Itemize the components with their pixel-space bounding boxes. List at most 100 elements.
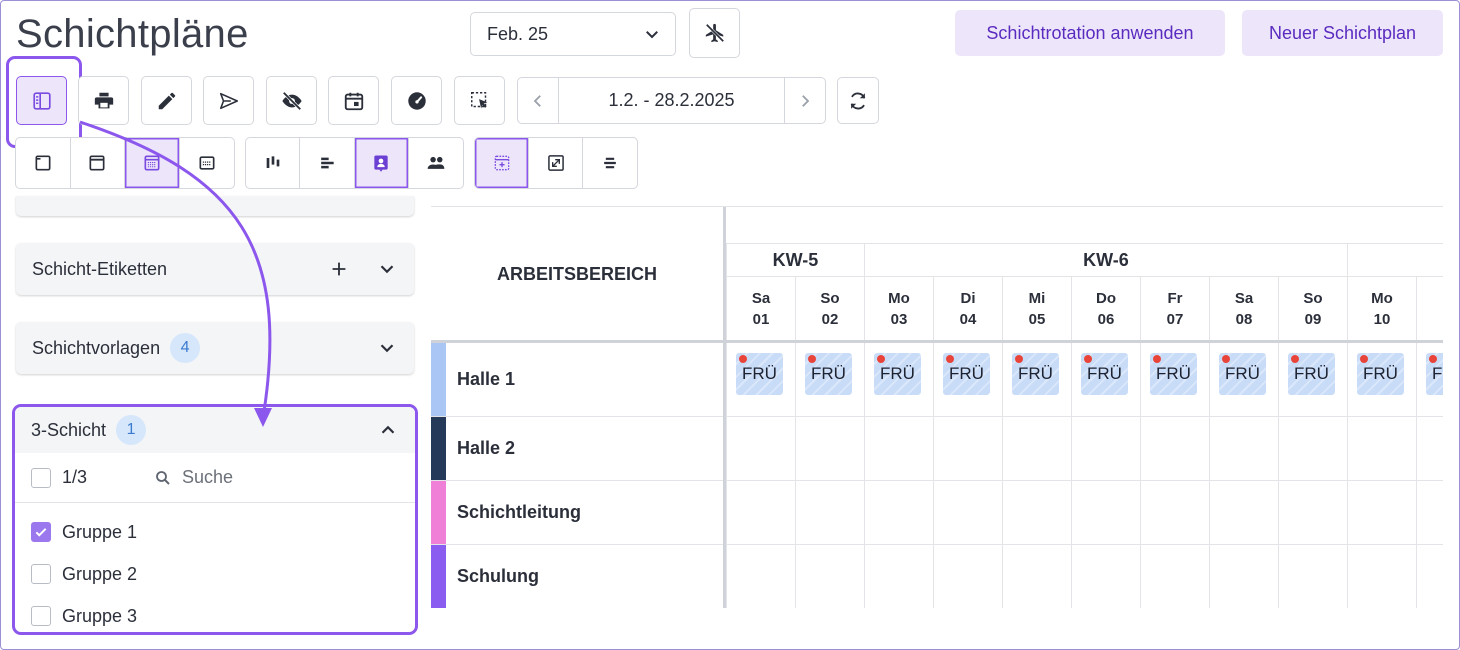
work-area-row[interactable]: Halle 2 [431, 417, 723, 481]
group-2-checkbox[interactable] [31, 564, 51, 584]
schedule-cell[interactable] [1140, 417, 1209, 481]
group-3-checkbox[interactable] [31, 606, 51, 626]
schedule-cell[interactable] [933, 545, 1002, 608]
group-row[interactable]: Gruppe 2 [15, 553, 415, 595]
shift-card[interactable]: FRÜ [1426, 353, 1443, 395]
schedule-cell[interactable] [1347, 545, 1416, 608]
schedule-cell[interactable] [1140, 481, 1209, 545]
shift-card[interactable]: FRÜ [1357, 353, 1404, 395]
chevron-down-icon[interactable] [376, 337, 398, 359]
sidebar-toggle-button[interactable] [16, 76, 67, 125]
group-row[interactable]: Gruppe 3 [15, 595, 415, 632]
schedule-cell[interactable] [1002, 481, 1071, 545]
shift-card[interactable]: FRÜ [1219, 353, 1266, 395]
shift-card[interactable]: FRÜ [1288, 353, 1335, 395]
chevron-up-icon[interactable] [377, 419, 399, 441]
schedule-cell[interactable] [1002, 545, 1071, 608]
view-week-button[interactable] [71, 138, 125, 188]
view-day-button[interactable] [16, 138, 71, 188]
schedule-cell[interactable] [795, 545, 864, 608]
schedule-cell[interactable] [795, 481, 864, 545]
layout-bars-button[interactable] [300, 138, 355, 188]
shift-card[interactable]: FRÜ [1150, 353, 1197, 395]
schedule-cell[interactable] [1278, 481, 1347, 545]
schedule-cell[interactable] [1278, 545, 1347, 608]
schedule-cell[interactable] [864, 417, 933, 481]
shift-card[interactable]: FRÜ [943, 353, 990, 395]
work-area-row[interactable]: Schichtleitung [431, 481, 723, 545]
previous-range-button[interactable] [518, 78, 558, 123]
shift-card[interactable]: FRÜ [1081, 353, 1128, 395]
shift-card[interactable]: FRÜ [1012, 353, 1059, 395]
display-expand-button[interactable] [529, 138, 583, 188]
schedule-cell[interactable] [1071, 417, 1140, 481]
schedule-cell[interactable]: FRÜ [1002, 343, 1071, 417]
schedule-cell[interactable] [795, 417, 864, 481]
schedule-cell[interactable] [1209, 481, 1278, 545]
schedule-cell[interactable] [1209, 545, 1278, 608]
new-shiftplan-button[interactable]: Neuer Schichtplan [1242, 10, 1443, 56]
hide-button[interactable] [266, 76, 317, 125]
print-button[interactable] [78, 76, 129, 125]
select-all-checkbox[interactable] [31, 467, 51, 488]
schedule-cell[interactable]: FRÜ [864, 343, 933, 417]
schedule-cell[interactable] [1071, 545, 1140, 608]
select-button[interactable] [454, 76, 505, 125]
next-range-button[interactable] [785, 78, 825, 123]
calendar-button[interactable] [328, 76, 379, 125]
layout-person-button[interactable] [354, 138, 409, 188]
schedule-cell[interactable] [933, 417, 1002, 481]
display-align-button[interactable] [583, 138, 637, 188]
schedule-cell[interactable]: FRÜ [1071, 343, 1140, 417]
schedule-cell[interactable] [726, 545, 795, 608]
refresh-button[interactable] [837, 77, 879, 124]
shift-tags-panel[interactable]: Schicht-Etiketten [16, 243, 414, 295]
schedule-cell[interactable] [726, 481, 795, 545]
shift-templates-panel[interactable]: Schichtvorlagen 4 [16, 322, 414, 374]
schedule-cell[interactable]: FRÜ [1140, 343, 1209, 417]
schedule-cell[interactable] [1278, 417, 1347, 481]
view-custom-button[interactable] [180, 138, 235, 188]
schedule-cell[interactable] [1347, 481, 1416, 545]
schedule-cell[interactable] [864, 545, 933, 608]
month-select[interactable]: Feb. 25 [470, 12, 676, 56]
schedule-cell[interactable]: FRÜ [1347, 343, 1416, 417]
apply-rotation-button[interactable]: Schichtrotation anwenden [955, 10, 1225, 56]
shift-card[interactable]: FRÜ [805, 353, 852, 395]
chevron-down-icon[interactable] [376, 258, 398, 280]
schedule-cell[interactable] [1002, 417, 1071, 481]
schedule-cell[interactable] [1140, 545, 1209, 608]
search-input[interactable]: Suche [182, 467, 233, 488]
schedule-cell[interactable]: FRÜ [726, 343, 795, 417]
schedule-cell[interactable] [864, 481, 933, 545]
schedule-cell[interactable] [1347, 417, 1416, 481]
view-month-button[interactable] [125, 138, 180, 188]
schedule-cell[interactable]: FRÜ [1416, 343, 1443, 417]
layout-groups-button[interactable] [409, 138, 463, 188]
schedule-cell[interactable] [1416, 481, 1443, 545]
schedule-cell[interactable]: FRÜ [795, 343, 864, 417]
schedule-cell[interactable] [933, 481, 1002, 545]
work-area-row[interactable]: Schulung [431, 545, 723, 608]
layout-columns-button[interactable] [246, 138, 301, 188]
group-1-checkbox[interactable] [31, 522, 51, 542]
publish-button[interactable] [203, 76, 254, 125]
absence-button[interactable] [689, 8, 740, 58]
schedule-cell[interactable] [1416, 417, 1443, 481]
schedule-cell[interactable] [1209, 417, 1278, 481]
edit-button[interactable] [141, 76, 192, 125]
schedule-cell[interactable] [1416, 545, 1443, 608]
shift-card[interactable]: FRÜ [874, 353, 921, 395]
schedule-cell[interactable]: FRÜ [1209, 343, 1278, 417]
group-row[interactable]: Gruppe 1 [15, 511, 415, 553]
plus-icon[interactable] [328, 258, 350, 280]
display-compact-button[interactable] [475, 138, 529, 188]
shift-card[interactable]: FRÜ [736, 353, 783, 395]
date-range-label[interactable]: 1.2. - 28.2.2025 [558, 78, 785, 123]
schedule-cell[interactable]: FRÜ [933, 343, 1002, 417]
schedule-cell[interactable] [1071, 481, 1140, 545]
schedule-cell[interactable] [726, 417, 795, 481]
work-area-row[interactable]: Halle 1 [431, 343, 723, 417]
schedule-cell[interactable]: FRÜ [1278, 343, 1347, 417]
dashboard-button[interactable] [391, 76, 442, 125]
